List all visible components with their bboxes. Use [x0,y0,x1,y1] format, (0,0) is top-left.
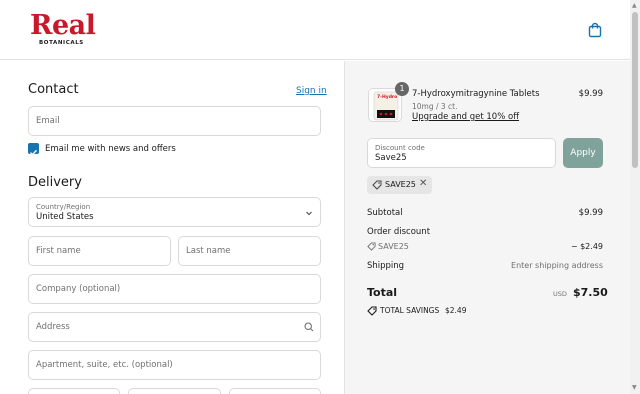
newsletter-label: Email me with news and offers [45,144,176,154]
applied-code: SAVE25 [385,180,416,189]
product-variant: 10mg / 3 ct. [412,102,458,111]
address-placeholder: Address [36,322,70,332]
scroll-up-arrow-icon[interactable]: ▲ [632,2,637,9]
product-name: 7-Hydroxymitragynine Tablets [412,89,540,99]
savings-tag-icon [367,306,377,316]
scrollbar-thumb[interactable] [632,12,638,168]
discount-code-field[interactable]: Discount code Save25 [367,138,556,168]
subtotal-value: $9.99 [578,208,603,218]
total-label: Total [367,286,398,299]
brand-name: Real [30,10,96,41]
country-select[interactable]: Country/Region United States [28,197,321,227]
first-name-field[interactable]: First name [28,236,171,266]
delivery-heading: Delivery [28,175,82,190]
first-name-placeholder: First name [36,246,81,256]
tag-icon [367,242,376,251]
tag-icon [372,180,382,190]
scroll-down-arrow-icon[interactable]: ▼ [632,384,637,391]
country-value: United States [36,212,94,222]
email-placeholder: Email [36,116,60,126]
brand-logo[interactable]: Real BOTANICALS [30,10,96,48]
chevron-down-icon [306,211,312,216]
company-field[interactable]: Company (optional) [28,274,321,304]
discount-label: Discount code [375,144,425,152]
subtotal-label: Subtotal [367,208,403,218]
apply-button[interactable]: Apply [563,138,603,168]
applied-discount-tag: SAVE25 ✕ [367,176,432,194]
product-price: $9.99 [578,89,603,99]
apartment-field[interactable]: Apartment, suite, etc. (optional) [28,350,321,380]
contact-heading: Contact [28,82,79,97]
quantity-badge: 1 [395,82,409,96]
total-savings-value: $2.49 [445,306,467,315]
order-discount-value: − $2.49 [570,242,603,251]
shipping-label: Shipping [367,261,405,271]
product-thumb-label: 7-Hydro [377,95,398,100]
newsletter-checkbox[interactable] [28,143,39,156]
total-savings-label: TOTAL SAVINGS [380,306,440,315]
apartment-placeholder: Apartment, suite, etc. (optional) [36,360,173,370]
zip-field[interactable] [229,388,321,394]
currency-code: USD [553,290,567,298]
shopping-bag-icon[interactable] [588,22,602,38]
order-discount-code: SAVE25 [378,242,409,251]
order-discount-label: Order discount [367,227,431,237]
email-field[interactable]: Email [28,106,321,136]
city-field[interactable] [28,388,120,394]
total-value: $7.50 [573,286,608,299]
discount-value: Save25 [375,153,407,163]
site-header: Real BOTANICALS [0,0,630,60]
sign-in-link[interactable]: Sign in [296,86,327,96]
check-icon [29,149,38,156]
country-label: Country/Region [36,203,91,211]
last-name-field[interactable]: Last name [178,236,321,266]
company-placeholder: Company (optional) [36,284,121,294]
address-field[interactable]: Address [28,312,321,342]
remove-discount-icon[interactable]: ✕ [419,178,427,189]
upgrade-link[interactable]: Upgrade and get 10% off [412,112,519,122]
last-name-placeholder: Last name [186,246,231,256]
search-icon [304,322,314,332]
state-field[interactable] [128,388,221,394]
shipping-value: Enter shipping address [511,261,603,270]
